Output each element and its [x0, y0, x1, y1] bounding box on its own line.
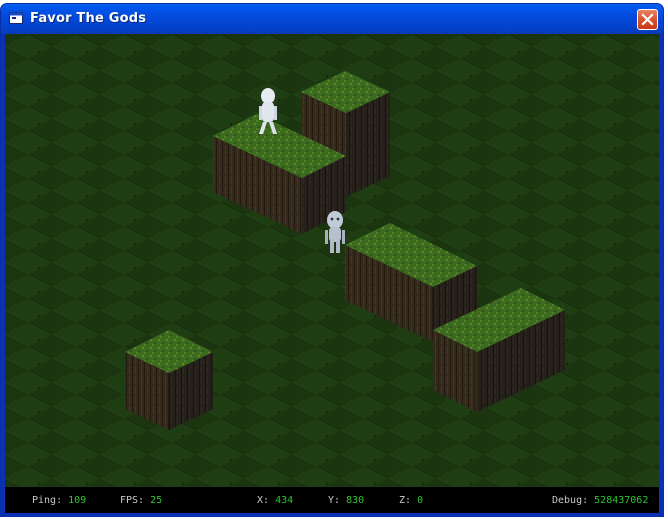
fps-label: FPS:: [120, 495, 145, 506]
fps-value: 25: [150, 495, 163, 506]
window-title: Favor The Gods: [30, 11, 147, 26]
z-stat: Z: 0: [399, 495, 423, 506]
title-bar[interactable]: Favor The Gods: [1, 4, 663, 34]
status-bar: Ping: 109 FPS: 25 X: 434 Y: 830 Z: 0 Deb…: [5, 487, 659, 513]
window-app-icon: [9, 12, 23, 24]
ping-label: Ping:: [32, 495, 63, 506]
close-x-icon: [641, 13, 654, 26]
game-window: Favor The Gods Ping: 109 FPS: 25 X: 434 …: [0, 3, 664, 517]
y-value: 830: [346, 495, 365, 506]
ping-stat: Ping: 109: [32, 495, 86, 506]
x-value: 434: [275, 495, 294, 506]
z-value: 0: [417, 495, 424, 506]
y-label: Y:: [328, 495, 341, 506]
ping-value: 109: [68, 495, 87, 506]
debug-label: Debug:: [552, 495, 589, 506]
debug-value: 528437062: [594, 495, 649, 506]
close-button[interactable]: [637, 9, 658, 30]
fps-stat: FPS: 25: [120, 495, 162, 506]
game-viewport[interactable]: Ping: 109 FPS: 25 X: 434 Y: 830 Z: 0 Deb…: [5, 34, 659, 513]
debug-stat: Debug: 528437062: [552, 495, 648, 506]
isometric-scene[interactable]: [5, 34, 659, 513]
x-stat: X: 434: [257, 495, 293, 506]
z-label: Z:: [399, 495, 412, 506]
x-label: X:: [257, 495, 270, 506]
y-stat: Y: 830: [328, 495, 364, 506]
